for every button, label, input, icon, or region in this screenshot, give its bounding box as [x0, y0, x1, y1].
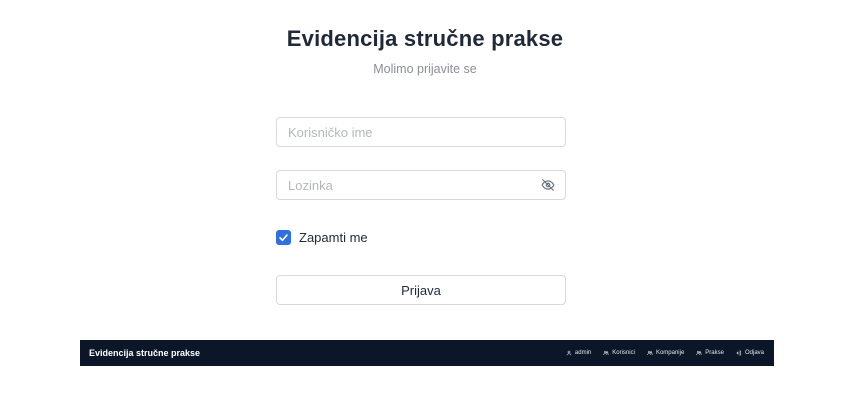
password-field[interactable] [276, 170, 566, 200]
username-field[interactable] [276, 117, 566, 147]
users-icon [603, 350, 610, 356]
nav-item-prakse[interactable]: Prakse [696, 350, 724, 356]
remember-checkbox[interactable] [276, 229, 291, 245]
page-subtitle: Molimo prijavite se [373, 62, 477, 76]
nav-item-odjava[interactable]: Odjava [736, 350, 764, 356]
check-icon [279, 233, 288, 241]
page-title: Evidencija stručne prakse [286, 26, 564, 51]
remember-label: Zapamti me [299, 229, 368, 245]
users-icon [647, 350, 653, 356]
remember-me[interactable]: Zapamti me [276, 229, 368, 245]
nav-item-admin[interactable]: admin [566, 350, 591, 356]
logout-icon [736, 350, 742, 356]
login-button[interactable]: Prijava [276, 275, 566, 305]
nav-item-korisnici[interactable]: Korisnici [603, 350, 635, 356]
nav-item-label: admin [574, 350, 592, 356]
user-icon [566, 350, 572, 356]
eye-off-icon[interactable] [541, 178, 555, 192]
login-page: Evidencija stručne prakse Molimo prijavi… [0, 0, 850, 400]
nav-item-label: Kompanije [655, 350, 685, 356]
nav-item-label: Prakse [705, 350, 724, 356]
navbar-brand[interactable]: Evidencija stručne prakse [89, 348, 200, 358]
nav-item-label: Odjava [744, 350, 764, 356]
password-input[interactable] [277, 171, 528, 199]
username-input[interactable] [277, 118, 528, 146]
nav-item-label: Korisnici [612, 350, 635, 356]
navbar: Evidencija stručne prakse admin Korisnic… [80, 340, 774, 366]
nav-item-kompanije[interactable]: Kompanije [647, 350, 684, 356]
users-icon [696, 350, 703, 356]
navbar-links: admin Korisnici Kompanije Prakse Odjava [554, 350, 764, 356]
